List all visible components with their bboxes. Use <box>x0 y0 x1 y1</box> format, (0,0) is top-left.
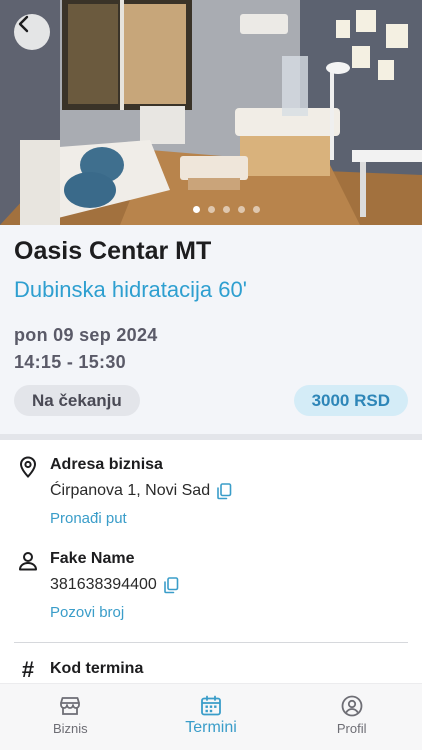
price-badge: 3000 RSD <box>293 385 408 416</box>
tab-label: Termini <box>185 719 237 736</box>
tab-termini[interactable]: Termini <box>141 684 282 750</box>
carousel-dot[interactable] <box>207 206 215 213</box>
tab-label: Profil <box>336 721 367 736</box>
store-icon <box>60 697 81 715</box>
hash-icon: # <box>21 657 35 682</box>
status-badge: Na čekanju <box>14 385 140 416</box>
carousel-dot[interactable] <box>192 206 200 213</box>
address-value: Ćirpanova 1, Novi Sad <box>50 482 211 499</box>
appointment-time: 14:15 - 15:30 <box>14 352 126 372</box>
address-title: Adresa biznisa <box>50 456 163 473</box>
chevron-left-icon <box>18 15 29 33</box>
person-icon <box>19 552 37 571</box>
business-name: Oasis Centar MT <box>14 237 212 265</box>
appointment-summary: Oasis Centar MT Dubinska hidratacija 60'… <box>0 225 422 435</box>
carousel-dot[interactable] <box>222 206 230 213</box>
tab-profil[interactable]: Profil <box>281 684 422 750</box>
carousel-dot[interactable] <box>237 206 245 213</box>
tab-label: Biznis <box>52 721 88 736</box>
hero-photo[interactable] <box>0 0 422 225</box>
call-number-link[interactable]: Pozovi broj <box>50 604 124 621</box>
back-button[interactable] <box>14 14 50 50</box>
carousel-dot[interactable] <box>252 206 260 213</box>
carousel-dots[interactable] <box>0 206 422 213</box>
tab-bar: Biznis Termini Profil <box>0 683 422 750</box>
find-route-link[interactable]: Pronađi put <box>50 510 127 527</box>
profile-icon <box>341 695 363 717</box>
code-title: Kod termina <box>50 660 144 677</box>
address-value-row: Ćirpanova 1, Novi Sad <box>50 482 232 500</box>
salon-photo <box>0 0 422 225</box>
section-divider <box>0 434 422 440</box>
row-divider <box>14 642 408 643</box>
contact-name: Fake Name <box>50 550 135 567</box>
appointment-date: pon 09 sep 2024 <box>14 325 158 345</box>
service-name: Dubinska hidratacija 60' <box>14 277 247 302</box>
phone-value-row: 381638394400 <box>50 576 179 594</box>
calendar-icon <box>201 695 221 716</box>
copy-icon[interactable] <box>163 576 179 594</box>
phone-number: 381638394400 <box>50 576 157 593</box>
tab-biznis[interactable]: Biznis <box>0 684 141 750</box>
copy-icon[interactable] <box>216 482 232 500</box>
location-pin-icon <box>19 456 37 478</box>
